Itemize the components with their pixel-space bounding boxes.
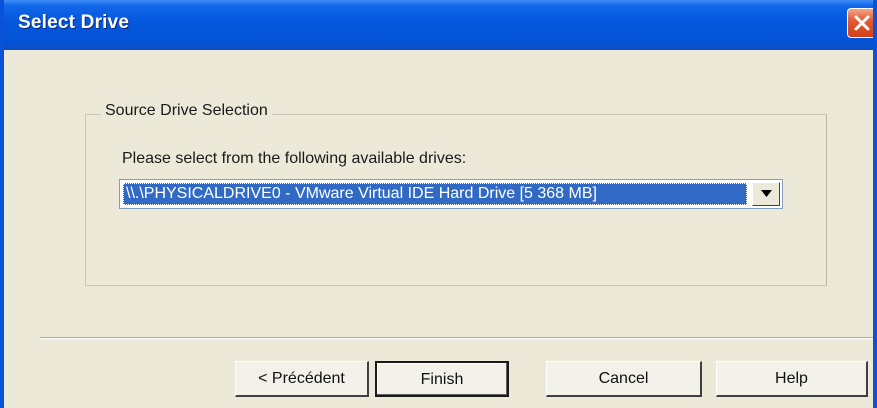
drive-prompt-label: Please select from the following availab… xyxy=(122,150,467,167)
close-icon xyxy=(854,15,870,31)
help-button[interactable]: Help xyxy=(716,361,868,397)
title-bar[interactable]: Select Drive xyxy=(4,0,873,50)
drive-select-value[interactable]: \\.\PHYSICALDRIVE0 - VMware Virtual IDE … xyxy=(123,183,747,205)
previous-button[interactable]: < Précédent xyxy=(235,361,369,397)
drive-select[interactable]: \\.\PHYSICALDRIVE0 - VMware Virtual IDE … xyxy=(119,179,783,209)
close-button[interactable] xyxy=(847,8,873,38)
cancel-button[interactable]: Cancel xyxy=(546,361,702,397)
window-title: Select Drive xyxy=(18,12,130,33)
chevron-down-icon xyxy=(761,190,772,197)
footer-separator xyxy=(40,337,873,339)
finish-button[interactable]: Finish xyxy=(375,361,509,397)
select-drive-dialog: Select Drive Source Drive Selection Plea… xyxy=(0,0,877,408)
drive-select-dropdown-button[interactable] xyxy=(752,182,780,206)
group-legend: Source Drive Selection xyxy=(101,102,272,120)
